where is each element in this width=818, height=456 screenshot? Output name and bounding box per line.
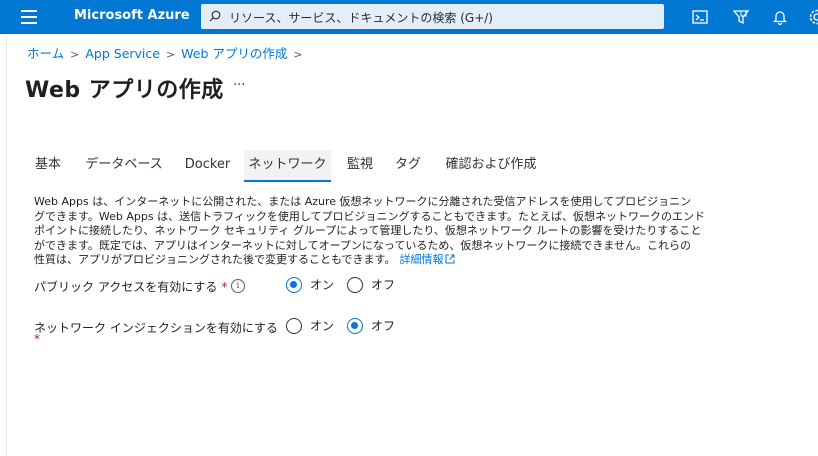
breadcrumb-app-service[interactable]: App Service [85,46,160,61]
brand-name[interactable]: Microsoft Azure [74,8,190,23]
radio-label: オフ [371,319,396,333]
info-icon[interactable]: i [231,279,245,293]
tab-docker[interactable]: Docker [180,150,235,182]
learn-more-link[interactable]: 詳細情報 [399,253,455,266]
public-access-label-text: パブリック アクセスを有効にする [34,280,218,294]
breadcrumb-home[interactable]: ホーム [27,46,64,61]
radio-circle [286,277,302,293]
tab-database[interactable]: データベース [80,150,168,182]
top-navigation-bar: Microsoft Azure リソース、サービス、ドキュメントの検索 (G+/… [0,0,818,34]
networking-description: Web Apps は、インターネットに公開された、または Azure 仮想ネット… [34,195,724,268]
description-line: ができます。既定では、アプリはインターネットに対してオープンになっているため、仮… [34,238,692,252]
search-placeholder: リソース、サービス、ドキュメントの検索 (G+/) [229,11,493,25]
tab-review-create[interactable]: 確認および作成 [438,150,544,182]
search-box[interactable]: リソース、サービス、ドキュメントの検索 (G+/) [201,4,664,29]
radio-label: オフ [371,278,396,292]
description-line: ポイントに接続したり、ネットワーク セキュリティ グループによって管理したり、仮… [34,224,702,237]
radio-circle [347,318,363,334]
chevron-right-icon: > [165,48,176,61]
notifications-icon[interactable] [771,8,789,26]
radio-label: オン [310,278,335,292]
radio-label: オン [310,319,335,333]
page-title: Web アプリの作成 [25,78,224,103]
learn-more-label: 詳細情報 [399,253,444,266]
description-line: 性質は、アプリがプロビジョニングされた後で変更することもできます。 [34,253,396,266]
directory-filter-icon[interactable] [732,8,750,26]
public-access-label: パブリック アクセスを有効にする * [34,278,227,295]
settings-icon[interactable] [808,8,818,26]
tab-tags[interactable]: タグ [390,150,426,182]
search-icon [209,10,221,22]
network-injection-label: ネットワーク インジェクションを有効にする [34,321,278,335]
left-divider [6,36,7,456]
menu-icon[interactable] [21,10,37,24]
description-line-last: 性質は、アプリがプロビジョニングされた後で変更することもできます。 詳細情報 [34,253,724,268]
more-options-button[interactable]: ··· [233,78,245,93]
required-indicator: * [34,332,40,346]
chevron-right-icon: > [70,48,80,61]
tab-monitoring[interactable]: 監視 [342,150,378,182]
external-link-icon [445,254,455,264]
chevron-right-icon: > [293,48,303,61]
breadcrumb: ホーム > App Service > Web アプリの作成 > [27,43,309,62]
description-line: Web Apps は、インターネットに公開された、または Azure 仮想ネット… [34,195,692,208]
radio-circle [286,318,302,334]
breadcrumb-create-web-app[interactable]: Web アプリの作成 [181,46,287,61]
required-indicator: * [221,280,228,294]
tab-networking[interactable]: ネットワーク [244,150,331,182]
radio-circle [347,277,363,293]
description-line: グできます。Web Apps は、送信トラフィックを使用してプロビジョニングする… [34,209,706,223]
cloud-shell-icon[interactable] [691,8,709,26]
tab-basics[interactable]: 基本 [27,150,69,182]
